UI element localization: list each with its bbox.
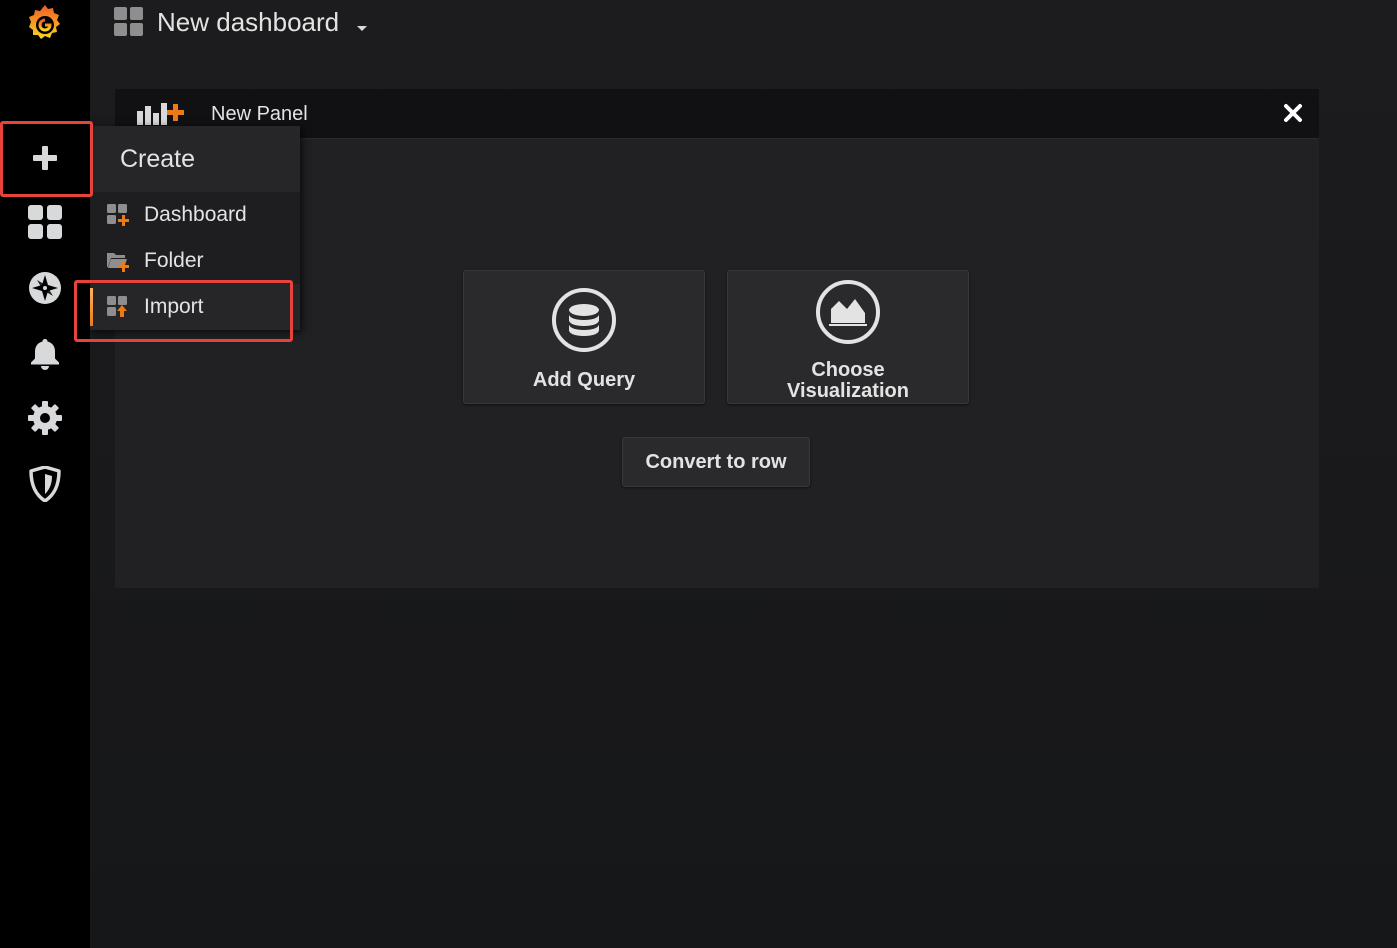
shield-icon: [29, 466, 61, 502]
menu-item-import[interactable]: Import: [90, 284, 300, 330]
convert-to-row-button[interactable]: Convert to row: [622, 437, 810, 487]
panel-title: New Panel: [211, 103, 308, 125]
folder-add-icon: [107, 250, 129, 277]
alerting-menu-button[interactable]: [0, 322, 90, 386]
menu-item-label: Import: [144, 295, 204, 318]
dashboards-menu-button[interactable]: [0, 190, 90, 254]
add-query-label: Add Query: [532, 369, 636, 391]
area-chart-icon: [815, 279, 881, 350]
grafana-logo-icon[interactable]: [0, 0, 90, 46]
create-menu-header: Create: [90, 126, 300, 192]
navbar: New dashboard: [90, 0, 1397, 46]
close-icon[interactable]: [1283, 103, 1303, 123]
explore-menu-button[interactable]: [0, 256, 90, 320]
configuration-menu-button[interactable]: [0, 386, 90, 450]
menu-item-label: Folder: [144, 249, 204, 272]
active-indicator: [90, 288, 93, 326]
menu-item-dashboard[interactable]: Dashboard: [90, 192, 300, 238]
gear-icon: [28, 401, 62, 435]
create-menu-button[interactable]: [0, 122, 90, 194]
database-icon: [551, 287, 617, 358]
apps-grid-icon: [28, 205, 62, 239]
choose-visualization-button[interactable]: Choose Visualization: [727, 270, 969, 404]
plus-icon: [32, 145, 58, 171]
sidemenu: [0, 0, 90, 948]
create-menu-title[interactable]: Create: [120, 143, 195, 175]
bell-icon: [30, 337, 60, 371]
compass-icon: [28, 271, 62, 305]
menu-item-folder[interactable]: Folder: [90, 238, 300, 284]
choose-visualization-label: Choose Visualization: [787, 359, 909, 402]
dashboard-title-button[interactable]: New dashboard: [157, 5, 339, 39]
create-dropdown-menu: Create Dashboard Folder Import: [90, 126, 300, 330]
server-admin-menu-button[interactable]: [0, 452, 90, 516]
add-query-button[interactable]: Add Query: [463, 270, 705, 404]
caret-down-icon[interactable]: [356, 20, 368, 38]
apps-grid-icon: [114, 7, 143, 41]
import-icon: [107, 296, 129, 323]
dashboard-add-icon: [107, 204, 129, 231]
menu-item-label: Dashboard: [144, 203, 247, 226]
